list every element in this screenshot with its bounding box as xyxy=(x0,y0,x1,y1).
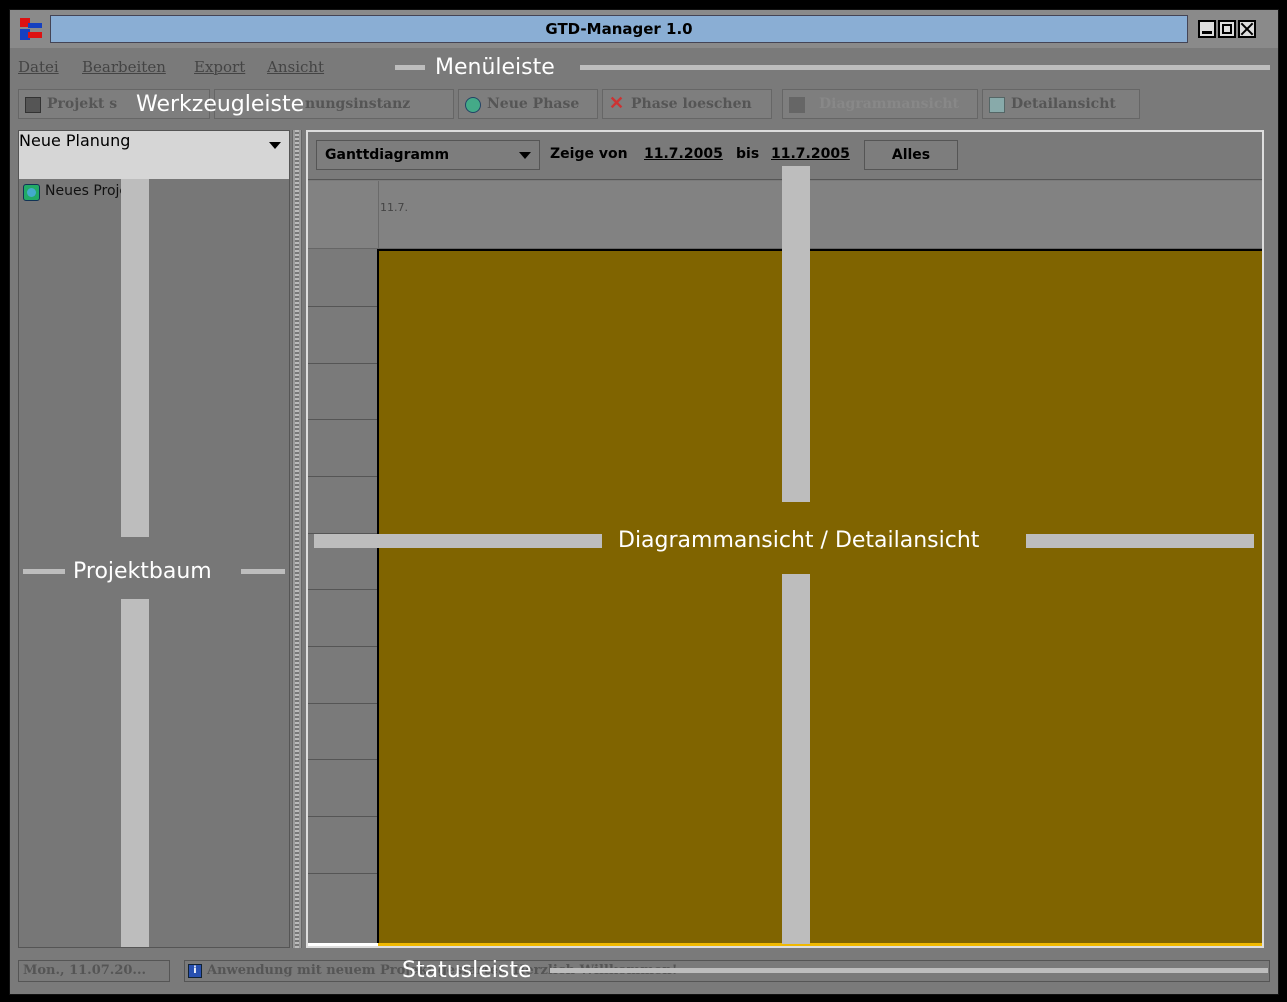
overlay-line xyxy=(121,599,149,947)
menu-bearbeiten[interactable]: Bearbeiten xyxy=(82,58,166,76)
detail-view-button[interactable]: Detailansicht xyxy=(982,89,1140,119)
delete-phase-label: Phase loeschen xyxy=(631,96,752,112)
window-title: GTD-Manager 1.0 xyxy=(545,20,693,38)
title-bar: GTD-Manager 1.0 xyxy=(10,10,1278,48)
overlay-line xyxy=(121,179,149,537)
new-planning-label: nungsinstanz xyxy=(305,96,411,112)
menu-export[interactable]: Export xyxy=(194,58,245,76)
grid-line xyxy=(308,816,378,817)
show-all-button[interactable]: Alles xyxy=(864,140,958,170)
new-phase-icon xyxy=(465,97,481,113)
status-date: Mon., 11.07.20... xyxy=(18,960,170,982)
overlay-line xyxy=(314,534,602,548)
overlay-label-statusbar: Statusleiste xyxy=(402,958,532,983)
save-icon xyxy=(25,97,41,113)
new-phase-label: Neue Phase xyxy=(487,96,580,112)
date-header-label: 11.7. xyxy=(380,201,408,214)
chevron-down-icon xyxy=(519,152,531,159)
diagram-view-button[interactable]: Diagrammansicht xyxy=(782,89,978,119)
overlay-label-menubar: Menüleiste xyxy=(435,55,555,80)
overlay-line xyxy=(782,166,810,502)
delete-x-icon: ✕ xyxy=(609,93,625,114)
project-tree-panel: Neue Planung Neues Projekt Projektbaum xyxy=(18,130,290,948)
overlay-line xyxy=(23,569,65,574)
overlay-line xyxy=(395,65,425,70)
diagram-icon xyxy=(789,97,805,113)
from-date-link[interactable]: 11.7.2005 xyxy=(644,146,723,162)
view-type-value: Ganttdiagramm xyxy=(325,147,450,163)
new-phase-button[interactable]: Neue Phase xyxy=(458,89,598,119)
menu-datei[interactable]: Datei xyxy=(18,58,59,76)
planning-header: Neue Planung xyxy=(19,131,289,179)
planning-select-value: Neue Planung xyxy=(19,131,131,150)
grid-line xyxy=(308,646,378,647)
delete-phase-button[interactable]: ✕ Phase loeschen xyxy=(602,89,772,119)
grid-line xyxy=(308,703,378,704)
planning-select[interactable]: Neue Planung xyxy=(19,131,289,150)
grid-line xyxy=(308,476,378,477)
overlay-label-diagram: Diagrammansicht / Detailansicht xyxy=(618,528,980,553)
application-window: GTD-Manager 1.0 Datei Bearbeiten Export … xyxy=(9,9,1279,995)
detail-icon xyxy=(989,97,1005,113)
overlay-line xyxy=(241,569,285,574)
to-date-link[interactable]: 11.7.2005 xyxy=(771,146,850,162)
project-icon xyxy=(23,184,40,201)
grid-line xyxy=(308,306,378,307)
grid-line xyxy=(308,363,378,364)
detail-view-label: Detailansicht xyxy=(1011,96,1116,112)
overlay-line xyxy=(1026,534,1254,548)
maximize-icon[interactable] xyxy=(1218,20,1236,38)
grid-line xyxy=(308,873,378,874)
grid-line xyxy=(308,419,378,420)
gantt-bar-edge xyxy=(378,943,1262,946)
range-middle: bis xyxy=(736,146,760,162)
overlay-line xyxy=(580,65,1270,70)
app-logo-icon[interactable] xyxy=(20,18,42,40)
view-type-select[interactable]: Ganttdiagramm xyxy=(316,140,540,170)
title-field[interactable]: GTD-Manager 1.0 xyxy=(50,15,1188,43)
overlay-line xyxy=(550,968,1268,973)
overlay-label-toolbar: Werkzeugleiste xyxy=(136,92,305,117)
close-icon[interactable] xyxy=(1238,20,1256,38)
split-pane-divider[interactable] xyxy=(292,130,302,948)
diagram-view-label: Diagrammansicht xyxy=(819,96,960,112)
overlay-label-projecttree: Projektbaum xyxy=(73,559,212,584)
menu-ansicht[interactable]: Ansicht xyxy=(267,58,324,76)
grid-line xyxy=(308,589,378,590)
overlay-line xyxy=(782,574,810,944)
save-project-label: Projekt s xyxy=(47,96,118,112)
minimize-icon[interactable] xyxy=(1198,20,1216,38)
gantt-phase-bar[interactable] xyxy=(377,249,1262,946)
range-prefix: Zeige von xyxy=(550,146,628,162)
grid-line xyxy=(308,759,378,760)
gantt-row-marker xyxy=(308,943,378,946)
chevron-down-icon xyxy=(269,142,281,149)
diagram-panel: Ganttdiagramm Zeige von 11.7.2005 bis 11… xyxy=(306,130,1264,948)
